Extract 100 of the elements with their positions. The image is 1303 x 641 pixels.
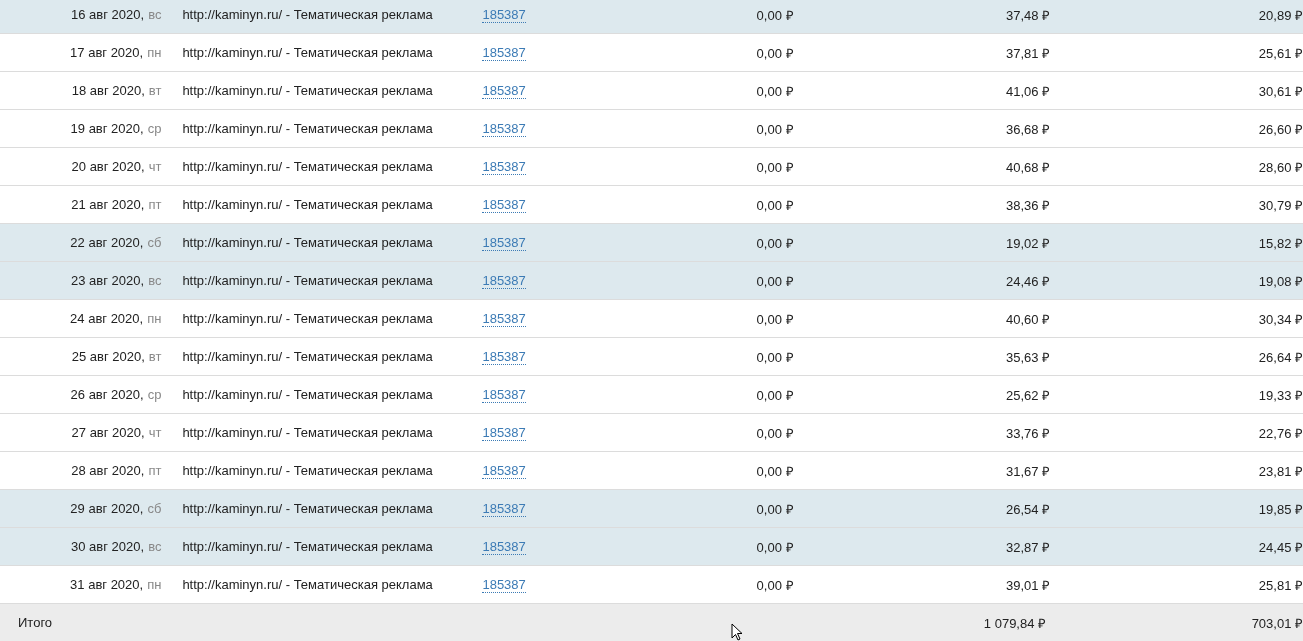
source-text: http://kaminyn.ru/ - Тематическая реклама	[182, 387, 433, 402]
source-text: http://kaminyn.ru/ - Тематическая реклама	[182, 501, 433, 516]
id-link[interactable]: 185387	[482, 121, 526, 137]
amount-text: 0,00 ₽	[756, 235, 794, 251]
weekday-text: чт	[148, 425, 162, 440]
amount-text: 35,63 ₽	[1006, 349, 1051, 365]
date-text: 28 авг 2020,	[71, 463, 145, 478]
weekday-text: вс	[148, 539, 162, 554]
amount-text: 30,61 ₽	[1258, 83, 1303, 99]
amount-text: 0,00 ₽	[756, 539, 794, 555]
weekday-text: ср	[147, 121, 162, 136]
source-text: http://kaminyn.ru/ - Тематическая реклама	[182, 273, 433, 288]
amount-text: 26,64 ₽	[1258, 349, 1303, 365]
weekday-text: сб	[147, 501, 162, 516]
amount-text: 0,00 ₽	[756, 45, 794, 61]
amount-text: 25,61 ₽	[1258, 45, 1303, 61]
amount-text: 28,60 ₽	[1258, 159, 1303, 175]
id-link[interactable]: 185387	[482, 577, 526, 593]
amount-text: 26,54 ₽	[1006, 501, 1051, 517]
amount-text: 25,62 ₽	[1006, 387, 1051, 403]
amount-text: 0,00 ₽	[756, 7, 794, 23]
source-text: http://kaminyn.ru/ - Тематическая реклама	[182, 121, 433, 136]
source-text: http://kaminyn.ru/ - Тематическая реклама	[182, 83, 433, 98]
amount-text: 0,00 ₽	[756, 425, 794, 441]
weekday-text: вт	[148, 83, 162, 98]
source-text: http://kaminyn.ru/ - Тематическая реклама	[182, 349, 433, 364]
id-link[interactable]: 185387	[482, 425, 526, 441]
id-link[interactable]: 185387	[482, 83, 526, 99]
weekday-text: вс	[148, 273, 162, 288]
id-link[interactable]: 185387	[482, 7, 526, 23]
source-text: http://kaminyn.ru/ - Тематическая реклама	[182, 7, 433, 22]
source-text: http://kaminyn.ru/ - Тематическая реклама	[182, 235, 433, 250]
weekday-text: вс	[148, 7, 162, 22]
amount-text: 15,82 ₽	[1258, 235, 1303, 251]
source-text: http://kaminyn.ru/ - Тематическая реклама	[182, 159, 433, 174]
amount-text: 0,00 ₽	[756, 387, 794, 403]
amount-text: 0,00 ₽	[756, 121, 794, 137]
id-link[interactable]: 185387	[482, 273, 526, 289]
amount-text: 31,67 ₽	[1006, 463, 1051, 479]
amount-text: 39,01 ₽	[1006, 577, 1051, 593]
amount-text: 19,02 ₽	[1006, 235, 1051, 251]
source-text: http://kaminyn.ru/ - Тематическая реклама	[182, 463, 433, 478]
id-link[interactable]: 185387	[482, 197, 526, 213]
source-text: http://kaminyn.ru/ - Тематическая реклама	[182, 311, 433, 326]
id-link[interactable]: 185387	[482, 349, 526, 365]
id-link[interactable]: 185387	[482, 311, 526, 327]
amount-text: 19,08 ₽	[1258, 273, 1303, 289]
amount-text: 0,00 ₽	[756, 273, 794, 289]
id-link[interactable]: 185387	[482, 45, 526, 61]
amount-text: 37,48 ₽	[1006, 7, 1051, 23]
total-amount: 703,01 ₽	[1251, 615, 1303, 631]
amount-text: 0,00 ₽	[756, 349, 794, 365]
source-text: http://kaminyn.ru/ - Тематическая реклама	[182, 45, 433, 60]
amount-text: 37,81 ₽	[1006, 45, 1051, 61]
id-link[interactable]: 185387	[482, 539, 526, 555]
amount-text: 30,34 ₽	[1258, 311, 1303, 327]
amount-text: 0,00 ₽	[756, 501, 794, 517]
date-text: 17 авг 2020,	[70, 45, 144, 60]
amount-text: 24,45 ₽	[1258, 539, 1303, 555]
date-text: 20 авг 2020,	[71, 159, 145, 174]
weekday-text: чт	[148, 159, 162, 174]
date-text: 27 авг 2020,	[71, 425, 145, 440]
amount-text: 23,81 ₽	[1258, 463, 1303, 479]
date-text: 21 авг 2020,	[71, 197, 145, 212]
amount-text: 0,00 ₽	[756, 197, 794, 213]
amount-text: 36,68 ₽	[1006, 121, 1051, 137]
date-text: 23 авг 2020,	[71, 273, 145, 288]
id-link[interactable]: 185387	[482, 463, 526, 479]
id-link[interactable]: 185387	[482, 387, 526, 403]
amount-text: 30,79 ₽	[1258, 197, 1303, 213]
source-text: http://kaminyn.ru/ - Тематическая реклама	[182, 577, 433, 592]
total-label: Итого	[18, 615, 53, 630]
amount-text: 0,00 ₽	[756, 83, 794, 99]
amount-text: 25,81 ₽	[1258, 577, 1303, 593]
id-link[interactable]: 185387	[482, 501, 526, 517]
amount-text: 19,33 ₽	[1258, 387, 1303, 403]
amount-text: 24,46 ₽	[1006, 273, 1051, 289]
id-link[interactable]: 185387	[482, 235, 526, 251]
amount-text: 0,00 ₽	[756, 159, 794, 175]
date-text: 25 авг 2020,	[71, 349, 145, 364]
date-text: 22 авг 2020,	[70, 235, 144, 250]
mouse-pointer-icon	[731, 623, 743, 641]
date-text: 29 авг 2020,	[70, 501, 144, 516]
date-text: 16 авг 2020,	[71, 7, 145, 22]
total-amount: 1 079,84 ₽	[983, 615, 1047, 631]
source-text: http://kaminyn.ru/ - Тематическая реклама	[182, 197, 433, 212]
date-text: 26 авг 2020,	[70, 387, 144, 402]
weekday-text: пн	[147, 45, 162, 60]
weekday-text: ср	[147, 387, 162, 402]
weekday-text: пт	[148, 463, 162, 478]
amount-text: 26,60 ₽	[1258, 121, 1303, 137]
amount-text: 41,06 ₽	[1006, 83, 1051, 99]
weekday-text: вт	[148, 349, 162, 364]
amount-text: 22,76 ₽	[1258, 425, 1303, 441]
date-text: 24 авг 2020,	[70, 311, 144, 326]
date-text: 18 авг 2020,	[71, 83, 145, 98]
id-link[interactable]: 185387	[482, 159, 526, 175]
date-text: 31 авг 2020,	[70, 577, 144, 592]
amount-text: 19,85 ₽	[1258, 501, 1303, 517]
amount-text: 0,00 ₽	[756, 311, 794, 327]
